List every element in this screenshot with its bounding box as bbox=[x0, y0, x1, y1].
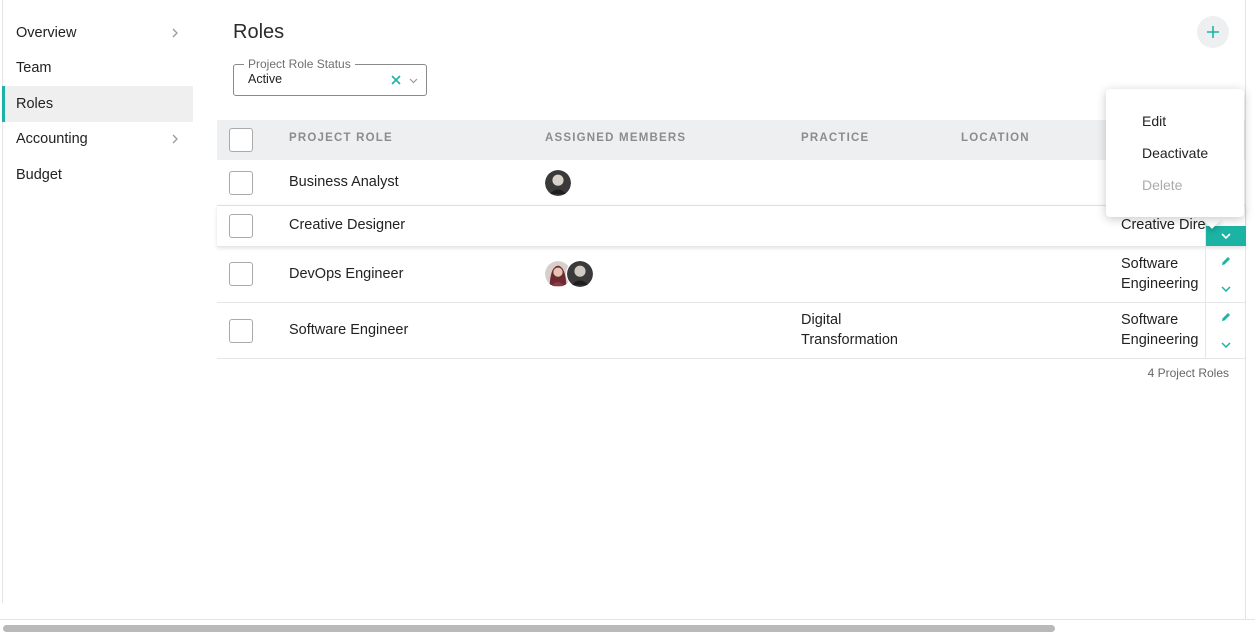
filter-value: Active bbox=[248, 72, 283, 86]
column-header-practice[interactable]: PRACTICE bbox=[801, 132, 869, 144]
pencil-icon bbox=[1222, 313, 1230, 321]
table-row[interactable]: DevOps Engineer Software Engineering bbox=[217, 247, 1245, 303]
location-line-2: Engineering bbox=[1121, 332, 1199, 348]
sidebar-item-accounting[interactable]: Accounting bbox=[3, 122, 193, 158]
row-actions bbox=[1205, 303, 1245, 359]
row-checkbox[interactable] bbox=[229, 262, 253, 286]
chevron-down-icon bbox=[1221, 286, 1231, 293]
chevron-right-icon bbox=[172, 28, 178, 38]
role-name: DevOps Engineer bbox=[289, 266, 404, 282]
table-header: PROJECT ROLE ASSIGNED MEMBERS PRACTICE L… bbox=[217, 120, 1245, 160]
row-checkbox[interactable] bbox=[229, 171, 253, 195]
sidebar-item-label: Team bbox=[16, 60, 52, 77]
practice-line-2: Transformation bbox=[801, 332, 898, 348]
chevron-right-icon bbox=[172, 134, 178, 144]
row-menu-toggle[interactable] bbox=[1206, 275, 1246, 303]
plus-icon bbox=[1207, 26, 1219, 38]
project-role-status-select[interactable]: Project Role Status Active bbox=[233, 56, 427, 96]
row-actions-menu: Edit Deactivate Delete bbox=[1106, 89, 1244, 217]
column-header-location[interactable]: LOCATION bbox=[961, 132, 1030, 144]
role-name: Software Engineer bbox=[289, 322, 409, 338]
add-role-button[interactable] bbox=[1197, 16, 1229, 48]
page-title: Roles bbox=[233, 21, 285, 43]
menu-item-edit[interactable]: Edit bbox=[1142, 113, 1166, 129]
location: Creative Direc bbox=[1121, 217, 1205, 233]
bottom-border bbox=[0, 619, 1255, 620]
column-header-assigned-members[interactable]: ASSIGNED MEMBERS bbox=[545, 132, 686, 144]
chevron-down-icon bbox=[1221, 233, 1231, 240]
role-name: Creative Designer bbox=[289, 217, 406, 233]
select-all-checkbox[interactable] bbox=[229, 128, 253, 152]
horizontal-scrollbar-thumb[interactable] bbox=[3, 625, 1055, 632]
sidebar-item-label: Roles bbox=[16, 95, 54, 112]
sidebar-item-overview[interactable]: Overview bbox=[3, 15, 193, 51]
sidebar-item-budget[interactable]: Budget bbox=[3, 157, 193, 193]
row-menu-toggle[interactable] bbox=[1206, 331, 1246, 359]
row-count: 4 Project Roles bbox=[1147, 366, 1229, 380]
table-row[interactable]: Software Engineer Digital Transformation… bbox=[217, 303, 1245, 359]
row-checkbox[interactable] bbox=[229, 214, 253, 238]
edit-row-button[interactable] bbox=[1206, 247, 1246, 275]
sidebar-item-label: Budget bbox=[16, 166, 62, 183]
member-avatar[interactable] bbox=[544, 169, 572, 197]
sidebar-item-roles[interactable]: Roles bbox=[2, 86, 193, 122]
edit-row-button[interactable] bbox=[1206, 303, 1246, 331]
pencil-icon bbox=[1222, 257, 1230, 265]
row-checkbox[interactable] bbox=[229, 319, 253, 343]
table-row[interactable]: Creative Designer Creative Direc bbox=[217, 206, 1246, 247]
location-line-1: Software bbox=[1121, 256, 1179, 272]
sidebar: Overview Team Roles Accounting Budget bbox=[2, 15, 193, 193]
menu-item-delete: Delete bbox=[1142, 177, 1183, 193]
location-line-1: Software bbox=[1121, 312, 1179, 328]
close-icon[interactable] bbox=[390, 74, 402, 86]
member-avatar[interactable] bbox=[566, 260, 594, 288]
chevron-down-icon[interactable] bbox=[408, 75, 419, 86]
horizontal-scrollbar[interactable] bbox=[0, 622, 1255, 635]
row-actions bbox=[1205, 247, 1245, 303]
chevron-down-icon bbox=[1221, 342, 1231, 349]
sidebar-item-label: Overview bbox=[16, 24, 77, 41]
column-header-project-role[interactable]: PROJECT ROLE bbox=[289, 132, 393, 144]
filter-label: Project Role Status bbox=[244, 56, 355, 72]
sidebar-item-team[interactable]: Team bbox=[3, 51, 193, 87]
practice-line-1: Digital bbox=[801, 312, 842, 328]
sidebar-item-label: Accounting bbox=[16, 131, 88, 148]
role-name: Business Analyst bbox=[289, 174, 399, 190]
location-line-2: Engineering bbox=[1121, 276, 1199, 292]
row-menu-toggle[interactable] bbox=[1206, 226, 1246, 246]
table-row[interactable]: Business Analyst bbox=[217, 160, 1245, 206]
menu-item-deactivate[interactable]: Deactivate bbox=[1142, 145, 1208, 161]
